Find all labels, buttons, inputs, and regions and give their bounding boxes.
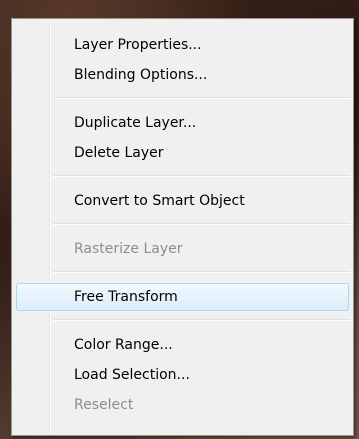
menu-item-free-transform[interactable]: Free Transform	[16, 283, 349, 311]
menu-item-color-range[interactable]: Color Range...	[16, 331, 349, 359]
menu-item-rasterize-layer: Rasterize Layer	[74, 241, 183, 257]
context-menu: Layer Properties... Blending Options... …	[11, 18, 354, 436]
menu-separator	[53, 223, 350, 225]
menu-item-blending-options[interactable]: Blending Options...	[16, 61, 349, 89]
menu-separator	[53, 175, 350, 177]
menu-item-load-selection[interactable]: Load Selection...	[16, 361, 349, 389]
menu-separator	[53, 319, 350, 321]
menu-separator	[53, 271, 350, 273]
menu-separator	[53, 97, 350, 99]
menu-item-convert-to-smart-object[interactable]: Convert to Smart Object	[16, 187, 349, 215]
menu-item-delete-layer[interactable]: Delete Layer	[16, 139, 349, 167]
menu-item-reselect: Reselect	[74, 397, 134, 413]
menu-item-duplicate-layer[interactable]: Duplicate Layer...	[16, 109, 349, 137]
menu-item-layer-properties[interactable]: Layer Properties...	[16, 31, 349, 59]
